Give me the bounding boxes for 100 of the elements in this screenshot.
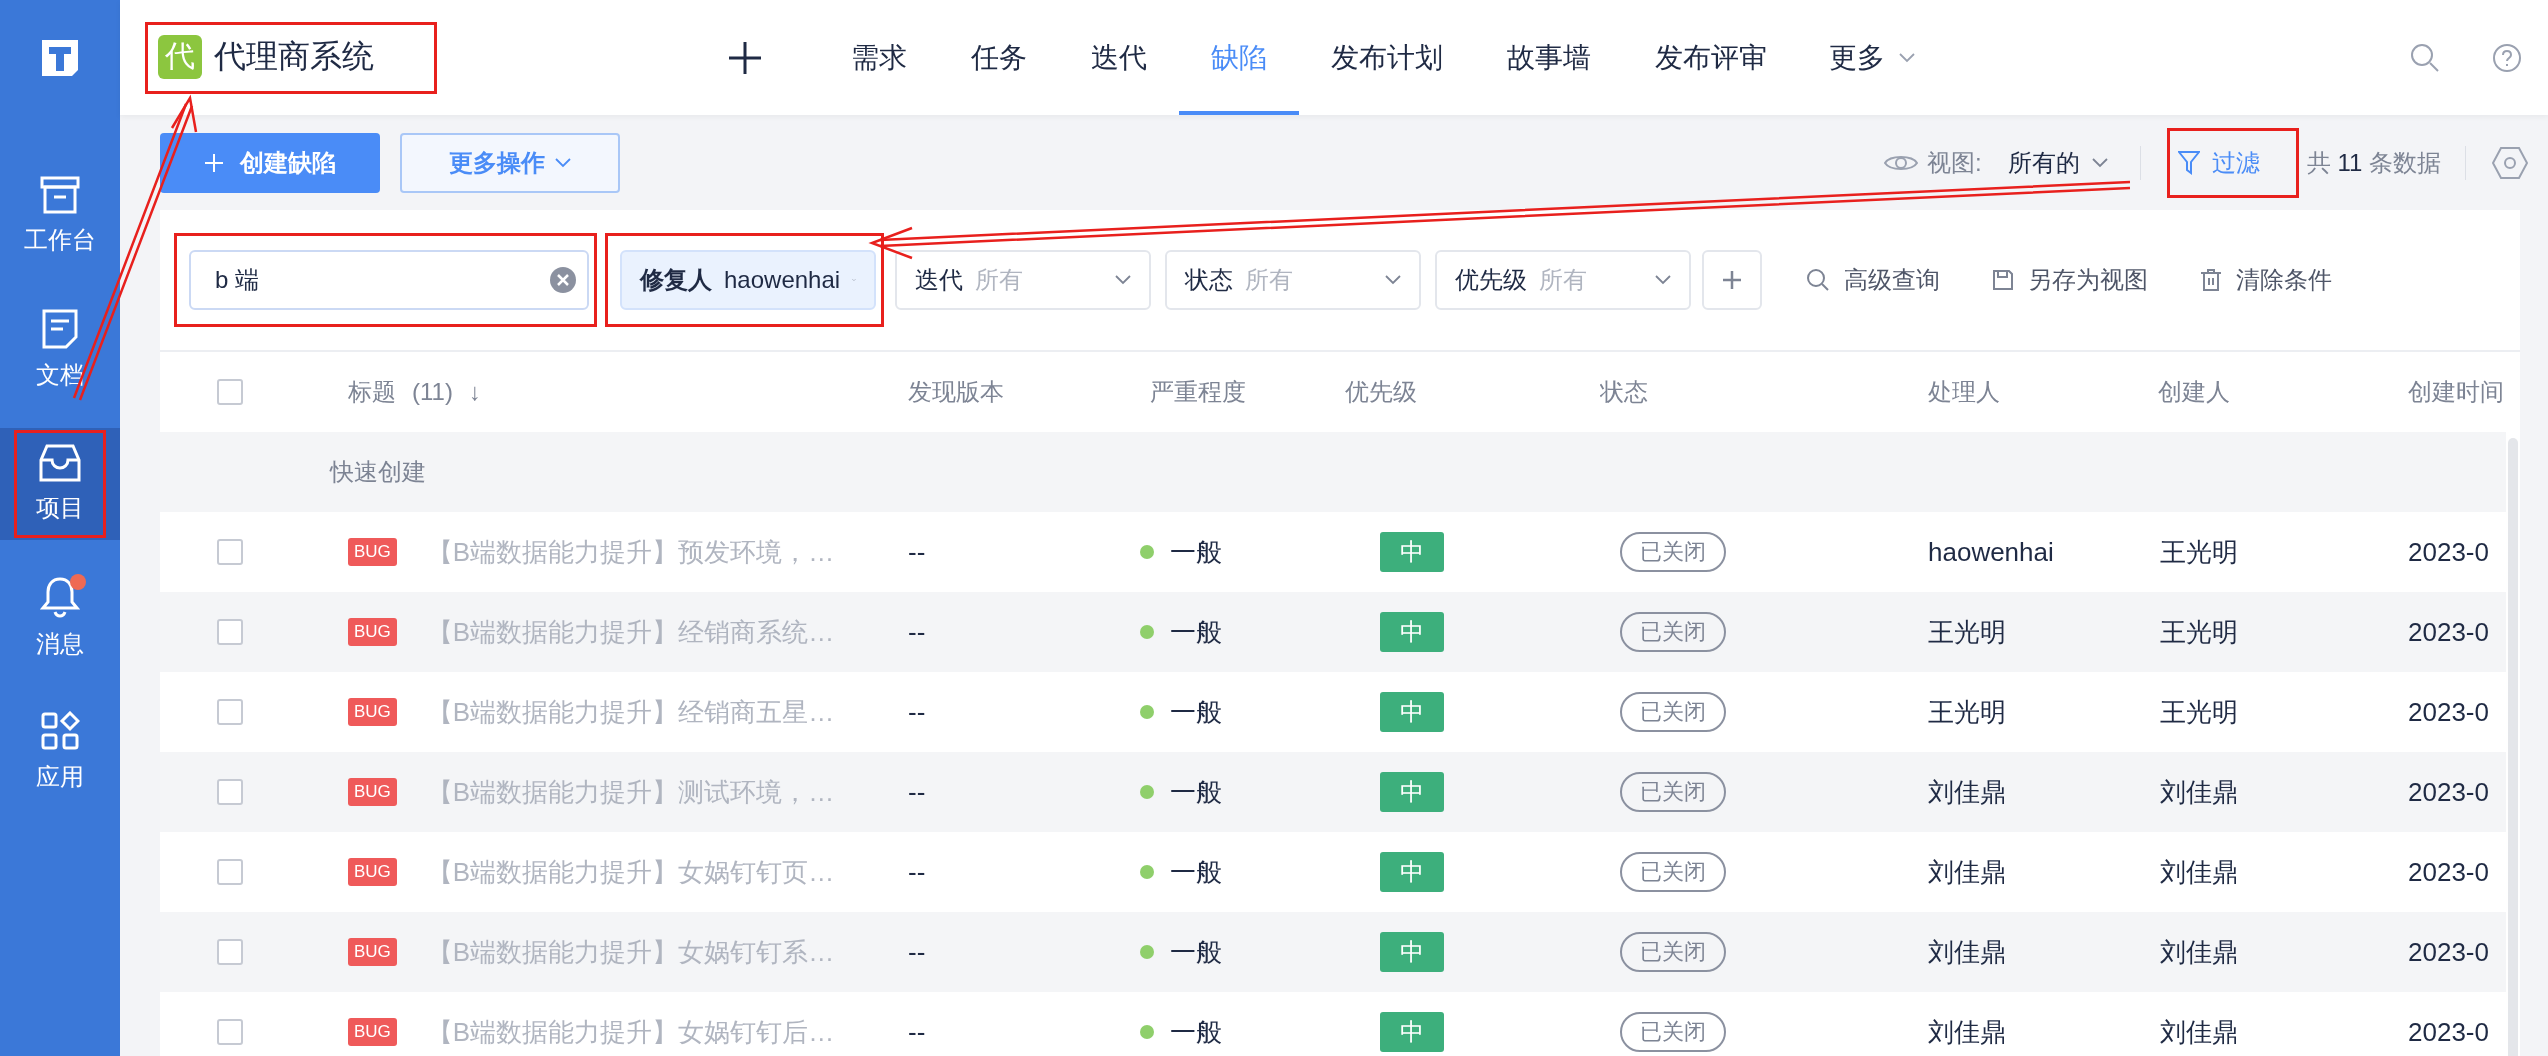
status-tag: 已关闭 — [1620, 692, 1726, 732]
sidebar-label[interactable]: 消息 — [36, 628, 84, 660]
scrollbar[interactable] — [2508, 438, 2518, 1056]
table-cell: 2023-0 — [2408, 616, 2489, 648]
view-dropdown[interactable]: 所有的 — [2001, 145, 2114, 180]
nav-tab[interactable]: 发布计划 — [1299, 0, 1475, 115]
column-header[interactable]: 发现版本 — [908, 376, 1004, 408]
sort-arrow[interactable]: ↓ — [468, 378, 481, 406]
severity-text: 一般 — [1170, 775, 1222, 809]
nav-tab[interactable]: 迭代 — [1059, 0, 1179, 115]
checkbox[interactable] — [217, 619, 243, 645]
priority-tag: 中 — [1380, 532, 1444, 572]
chevron-icon — [1899, 52, 1915, 63]
column-header[interactable]: 创建时间 — [2408, 376, 2504, 408]
filter-action[interactable]: 高级查询 — [1800, 263, 1946, 297]
table-cell: -- — [908, 856, 926, 888]
table-cell: -- — [908, 696, 926, 728]
table-cell-text: 刘佳鼎 — [2160, 935, 2238, 969]
bell-icon — [40, 576, 80, 618]
sidebar-label[interactable]: 文档 — [36, 359, 84, 391]
table-cell-text: 刘佳鼎 — [2160, 775, 2238, 809]
table-cell: 2023-0 — [2408, 776, 2489, 808]
severity-text: 一般 — [1170, 935, 1222, 969]
status-tag: 已关闭 — [1620, 1012, 1726, 1052]
type-tag: BUG — [348, 858, 397, 886]
sidebar-label[interactable]: 项目 — [36, 492, 84, 524]
search-input[interactable]: b 端 — [213, 265, 549, 295]
sidebar-item[interactable]: 项目 — [0, 428, 120, 540]
sidebar-label[interactable]: 应用 — [36, 761, 84, 793]
search-icon — [1806, 268, 1830, 292]
apps-icon — [40, 711, 80, 751]
type-tag: BUG — [348, 938, 397, 966]
column-header[interactable]: 处理人 — [1928, 376, 2000, 408]
checkbox[interactable] — [217, 779, 243, 805]
add-icon[interactable] — [727, 39, 763, 76]
table-cell: 2023-0 — [2408, 936, 2489, 968]
severity-text: 一般 — [1170, 615, 1222, 649]
nav-tab[interactable]: 发布评审 — [1623, 0, 1799, 115]
nav-tab[interactable]: 故事墙 — [1475, 0, 1623, 115]
table-cell-text: 王光明 — [1928, 695, 2006, 729]
search-field[interactable]: b 端 — [189, 250, 589, 310]
type-tag: BUG — [348, 1018, 397, 1046]
checkbox[interactable] — [217, 939, 243, 965]
sidebar-label[interactable]: 工作台 — [24, 224, 96, 256]
table-cell: 2023-0 — [2408, 696, 2489, 728]
status-tag: 已关闭 — [1620, 532, 1726, 572]
column-header[interactable]: 严重程度 — [1150, 376, 1246, 408]
type-tag: BUG — [348, 618, 397, 646]
nav-tab[interactable]: 任务 — [939, 0, 1059, 115]
chevron-icon — [1655, 275, 1671, 285]
checkbox[interactable] — [217, 379, 243, 405]
severity-text: 一般 — [1170, 695, 1222, 729]
checkbox[interactable] — [217, 539, 243, 565]
priority-tag: 中 — [1380, 772, 1444, 812]
priority-tag: 中 — [1380, 692, 1444, 732]
status-tag: 已关闭 — [1620, 772, 1726, 812]
table-cell-text: 王光明 — [2160, 535, 2238, 569]
priority-tag: 中 — [1380, 1012, 1444, 1052]
table-cell: 2023-0 — [2408, 1016, 2489, 1048]
more-actions-button[interactable]: 更多操作 — [400, 132, 620, 193]
trash-icon — [2200, 268, 2222, 292]
priority-tag: 中 — [1380, 932, 1444, 972]
filter-dropdown[interactable]: 修复人 haowenhai — [620, 250, 876, 310]
checkbox[interactable] — [217, 1019, 243, 1045]
status-tag: 已关闭 — [1620, 852, 1726, 892]
add-filter-button[interactable] — [1702, 250, 1762, 310]
filter-dropdown[interactable]: 状态 所有 — [1165, 250, 1421, 310]
filter-button[interactable]: 过滤 — [2169, 130, 2296, 195]
project-name[interactable]: 代理商系统 — [214, 34, 374, 79]
column-header[interactable]: 创建人 — [2158, 376, 2230, 408]
type-tag: BUG — [348, 778, 397, 806]
table-cell: 2023-0 — [2408, 856, 2489, 888]
column-header[interactable]: 状态 — [1600, 376, 1648, 408]
clear-icon[interactable] — [549, 266, 577, 294]
table-cell: -- — [908, 936, 926, 968]
settings-icon[interactable] — [2492, 145, 2528, 180]
help-icon[interactable] — [2492, 42, 2522, 73]
plus-icon — [1722, 270, 1742, 290]
table-cell-text: 王光明 — [1928, 615, 2006, 649]
severity-text: 一般 — [1170, 1015, 1222, 1049]
filter-action[interactable]: 清除条件 — [2194, 263, 2338, 297]
filter-dropdown[interactable]: 迭代 所有 — [895, 250, 1151, 310]
plus-icon — [204, 152, 224, 173]
filter-action[interactable]: 另存为视图 — [1986, 263, 2154, 297]
record-count: 共 11 条数据 — [2306, 147, 2441, 178]
create-defect-button[interactable]: 创建缺陷 — [160, 132, 380, 193]
search-icon[interactable] — [2410, 42, 2440, 73]
type-tag: BUG — [348, 538, 397, 566]
column-header[interactable]: 优先级 — [1345, 376, 1417, 408]
column-header[interactable]: 标题 — [348, 376, 396, 408]
checkbox[interactable] — [217, 699, 243, 725]
nav-tab[interactable]: 缺陷 — [1179, 0, 1299, 115]
filter-dropdown[interactable]: 优先级 所有 — [1435, 250, 1691, 310]
funnel-icon — [2177, 149, 2200, 176]
table-cell-text: 刘佳鼎 — [1928, 1015, 2006, 1049]
nav-tab[interactable]: 需求 — [819, 0, 939, 115]
quick-create-row[interactable]: 快速创建 — [330, 456, 426, 488]
more-menu[interactable]: 更多 — [1829, 38, 1885, 77]
chevron-icon — [2091, 157, 2108, 168]
checkbox[interactable] — [217, 859, 243, 885]
